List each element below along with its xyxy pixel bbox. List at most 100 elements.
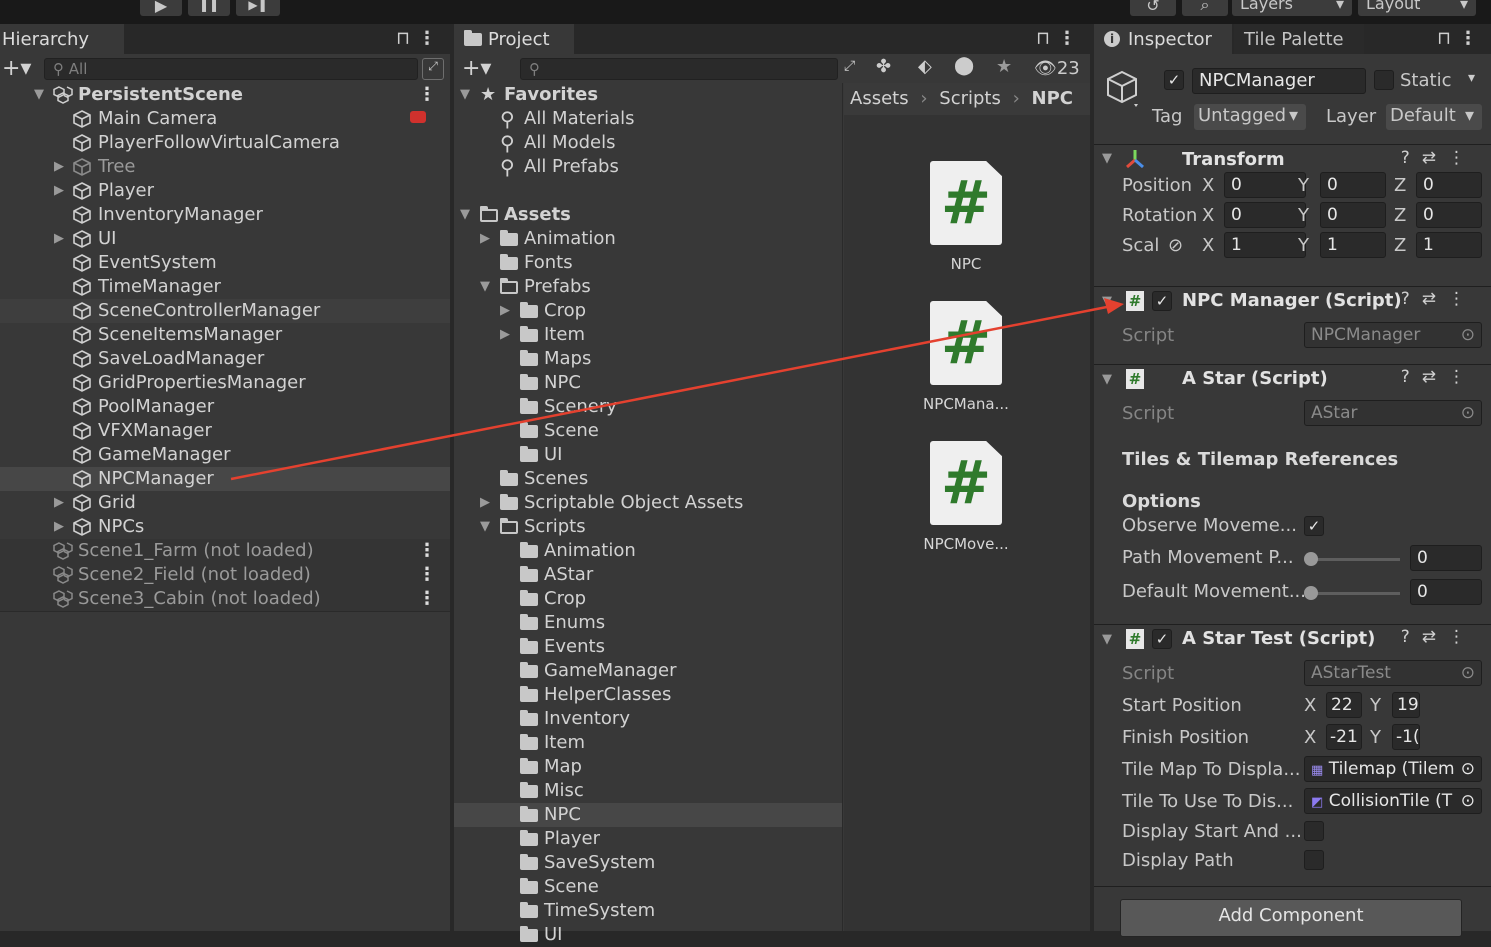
hierarchy-row[interactable]: Scene2_Field (not loaded) ⋮ bbox=[0, 563, 450, 587]
finish-y-input[interactable]: -1( bbox=[1392, 724, 1420, 750]
project-tree-row[interactable]: Inventory bbox=[454, 707, 842, 731]
transform-scale-z-input[interactable]: 1 bbox=[1416, 232, 1482, 258]
component-header-icons[interactable]: ?⇄⋮ bbox=[1401, 148, 1477, 168]
project-tree-row[interactable]: GameManager bbox=[454, 659, 842, 683]
foldout-arrow-icon[interactable]: ▼ bbox=[1102, 294, 1112, 309]
project-tree-row[interactable]: Enums bbox=[454, 611, 842, 635]
transform-rotation-y-input[interactable]: 0 bbox=[1320, 202, 1386, 228]
project-tree-row[interactable]: ⚲ All Prefabs bbox=[454, 155, 842, 179]
tilemap-field[interactable]: ▦ Tilemap (Tilem ⊙ bbox=[1304, 756, 1482, 782]
foldout-closed-icon[interactable]: ▶ bbox=[54, 515, 64, 539]
project-tree-row[interactable]: ▶ Crop bbox=[454, 299, 842, 323]
hierarchy-row[interactable]: Main Camera bbox=[0, 107, 450, 131]
hierarchy-row[interactable]: EventSystem bbox=[0, 251, 450, 275]
tab-tile-palette[interactable]: Tile Palette bbox=[1234, 24, 1364, 54]
foldout-open-icon[interactable]: ▼ bbox=[480, 275, 490, 299]
transform-position-x-input[interactable]: 0 bbox=[1224, 172, 1306, 198]
row-menu-icon[interactable]: ⋮ bbox=[418, 563, 436, 587]
history-icon[interactable]: ↺ bbox=[1130, 0, 1176, 16]
project-tree-row[interactable]: ⚲ All Materials bbox=[454, 107, 842, 131]
start-x-input[interactable]: 22 bbox=[1326, 692, 1362, 718]
row-menu-icon[interactable]: ⋮ bbox=[418, 539, 436, 563]
project-tree-row[interactable]: ▼ Prefabs bbox=[454, 275, 842, 299]
project-search-input[interactable]: ⚲ bbox=[520, 58, 838, 80]
transform-scale-y-input[interactable]: 1 bbox=[1320, 232, 1386, 258]
lock-icon[interactable]: ⊓ bbox=[1437, 28, 1451, 49]
project-tree-row[interactable]: NPC bbox=[454, 803, 842, 827]
script-file-name[interactable]: NPC bbox=[906, 255, 1026, 273]
foldout-closed-icon[interactable]: ▶ bbox=[54, 491, 64, 515]
project-tree-row[interactable]: ▼ ★ Favorites bbox=[454, 83, 842, 107]
hierarchy-row[interactable]: SceneItemsManager bbox=[0, 323, 450, 347]
project-tree-row[interactable]: Item bbox=[454, 731, 842, 755]
path-movement-slider[interactable] bbox=[1310, 558, 1400, 561]
project-tree-row[interactable]: Scene bbox=[454, 419, 842, 443]
favorite-star-icon[interactable]: ★ bbox=[996, 56, 1012, 77]
project-tree-row[interactable]: Maps bbox=[454, 347, 842, 371]
script-file-icon[interactable]: # bbox=[930, 441, 1002, 525]
finish-x-input[interactable]: -21 bbox=[1326, 724, 1362, 750]
foldout-closed-icon[interactable]: ▶ bbox=[480, 491, 490, 515]
project-tree-row[interactable]: AStar bbox=[454, 563, 842, 587]
project-tree-row[interactable]: SaveSystem bbox=[454, 851, 842, 875]
hierarchy-row[interactable]: PoolManager bbox=[0, 395, 450, 419]
search-by-type-icon[interactable]: ⤢ bbox=[844, 58, 864, 80]
row-menu-icon[interactable]: ⋮ bbox=[418, 83, 436, 107]
hierarchy-row[interactable]: ▶ NPCs bbox=[0, 515, 450, 539]
project-tree-row[interactable]: Fonts bbox=[454, 251, 842, 275]
path-movement-slider-handle[interactable] bbox=[1304, 552, 1318, 566]
foldout-arrow-icon[interactable]: ▼ bbox=[1102, 372, 1112, 387]
project-tree-row[interactable]: Player bbox=[454, 827, 842, 851]
npc-manager-enabled-checkbox[interactable]: ✓ bbox=[1152, 291, 1172, 311]
layer-dropdown[interactable]: Default bbox=[1386, 104, 1482, 130]
hierarchy-row[interactable]: GridPropertiesManager bbox=[0, 371, 450, 395]
object-picker-icon[interactable]: ⊙ bbox=[1461, 661, 1475, 685]
foldout-arrow-icon[interactable]: ▼ bbox=[1102, 151, 1112, 166]
hierarchy-row[interactable]: TimeManager bbox=[0, 275, 450, 299]
display-path-checkbox[interactable] bbox=[1304, 850, 1324, 870]
filter-type-icon[interactable]: ✤ bbox=[876, 56, 891, 77]
hierarchy-row[interactable]: ▶ Tree bbox=[0, 155, 450, 179]
transform-rotation-x-input[interactable]: 0 bbox=[1224, 202, 1306, 228]
active-checkbox[interactable]: ✓ bbox=[1164, 70, 1184, 90]
row-menu-icon[interactable]: ⋮ bbox=[418, 587, 436, 611]
project-tree-row[interactable]: ▶ Scriptable Object Assets bbox=[454, 491, 842, 515]
static-checkbox[interactable] bbox=[1374, 70, 1394, 90]
project-tree-row[interactable]: UI bbox=[454, 443, 842, 467]
hierarchy-row[interactable]: PlayerFollowVirtualCamera bbox=[0, 131, 450, 155]
hierarchy-row[interactable]: SceneControllerManager bbox=[0, 299, 450, 323]
hierarchy-row[interactable]: InventoryManager bbox=[0, 203, 450, 227]
tab-project[interactable]: Project bbox=[454, 24, 574, 54]
hierarchy-row[interactable]: VFXManager bbox=[0, 419, 450, 443]
foldout-open-icon[interactable]: ▼ bbox=[460, 83, 470, 107]
warning-icon[interactable]: ⬤ bbox=[954, 55, 974, 76]
breadcrumb-npc[interactable]: NPC bbox=[1032, 88, 1073, 109]
hierarchy-row[interactable]: NPCManager bbox=[0, 467, 450, 491]
project-tree-row[interactable]: Scenery bbox=[454, 395, 842, 419]
foldout-closed-icon[interactable]: ▶ bbox=[500, 299, 510, 323]
component-header-icons[interactable]: ?⇄⋮ bbox=[1401, 289, 1477, 309]
transform-rotation-z-input[interactable]: 0 bbox=[1416, 202, 1482, 228]
default-movement-slider-handle[interactable] bbox=[1304, 586, 1318, 600]
hierarchy-row[interactable]: Scene3_Cabin (not loaded) ⋮ bbox=[0, 587, 450, 611]
transform-position-y-input[interactable]: 0 bbox=[1320, 172, 1386, 198]
panel-menu-icon[interactable]: ⋮ bbox=[418, 28, 436, 49]
component-header-icons[interactable]: ?⇄⋮ bbox=[1401, 627, 1477, 647]
step-button[interactable]: ▶❚ bbox=[236, 0, 280, 16]
foldout-open-icon[interactable]: ▼ bbox=[460, 203, 470, 227]
label-icon[interactable]: ⬖ bbox=[918, 56, 932, 77]
panel-menu-icon[interactable]: ⋮ bbox=[1459, 28, 1477, 49]
static-dropdown-icon[interactable]: ▾ bbox=[1468, 70, 1475, 86]
project-tree-row[interactable]: Scene bbox=[454, 875, 842, 899]
breadcrumb-scripts[interactable]: Scripts bbox=[939, 88, 1001, 109]
pause-button[interactable]: ❚❚ bbox=[188, 0, 230, 16]
object-picker-icon[interactable]: ⊙ bbox=[1461, 401, 1475, 425]
lock-icon[interactable]: ⊓ bbox=[1036, 28, 1050, 49]
hierarchy-row[interactable]: ▶ Grid bbox=[0, 491, 450, 515]
default-movement-slider[interactable] bbox=[1310, 592, 1400, 595]
object-picker-icon[interactable]: ⊙ bbox=[1460, 789, 1475, 813]
transform-scale-x-input[interactable]: 1 bbox=[1224, 232, 1306, 258]
script-file-name[interactable]: NPCMana... bbox=[906, 395, 1026, 413]
astar-test-enabled-checkbox[interactable]: ✓ bbox=[1152, 629, 1172, 649]
object-picker-icon[interactable]: ⊙ bbox=[1461, 323, 1475, 347]
